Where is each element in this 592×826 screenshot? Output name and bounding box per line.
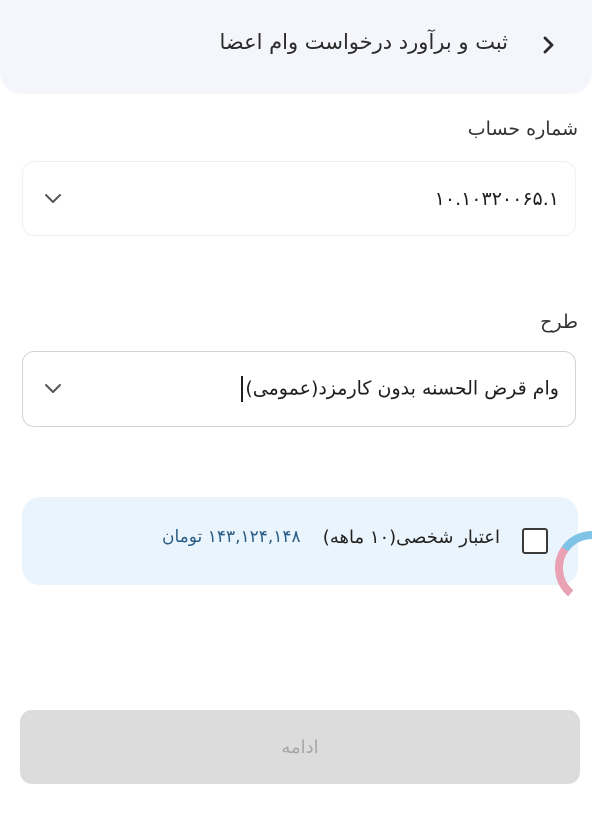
personal-credit-amount: ۱۴۳,۱۲۴,۱۴۸ تومان: [162, 527, 301, 547]
personal-credit-checkbox[interactable]: [522, 528, 548, 554]
plan-label: طرح: [540, 311, 578, 333]
personal-credit-card[interactable]: اعتبار شخصی(۱۰ ماهه) ۱۴۳,۱۲۴,۱۴۸ تومان: [22, 497, 578, 585]
plan-value-wrapper: وام قرض الحسنه بدون کارمزد(عمومی): [241, 376, 559, 402]
plan-select[interactable]: وام قرض الحسنه بدون کارمزد(عمومی): [22, 351, 576, 427]
continue-button[interactable]: ادامه: [20, 710, 580, 784]
plan-value: وام قرض الحسنه بدون کارمزد(عمومی): [245, 377, 559, 400]
loading-spinner-icon: [555, 531, 592, 606]
account-number-value: ۱۰.۱۰۳۲۰۰۶۵.۱: [434, 187, 559, 210]
chevron-right-icon: [543, 36, 554, 54]
back-button[interactable]: [532, 28, 566, 62]
page-title: ثبت و برآورد درخواست وام اعضا: [219, 30, 508, 54]
text-cursor: [241, 376, 244, 402]
account-number-label: شماره حساب: [467, 118, 578, 140]
account-number-select[interactable]: ۱۰.۱۰۳۲۰۰۶۵.۱: [22, 161, 576, 236]
loan-request-page: ثبت و برآورد درخواست وام اعضا شماره حساب…: [0, 0, 592, 826]
chevron-down-icon: [43, 189, 63, 209]
chevron-down-icon: [43, 379, 63, 399]
app-header: ثبت و برآورد درخواست وام اعضا: [0, 0, 592, 94]
personal-credit-label: اعتبار شخصی(۱۰ ماهه): [322, 527, 500, 548]
